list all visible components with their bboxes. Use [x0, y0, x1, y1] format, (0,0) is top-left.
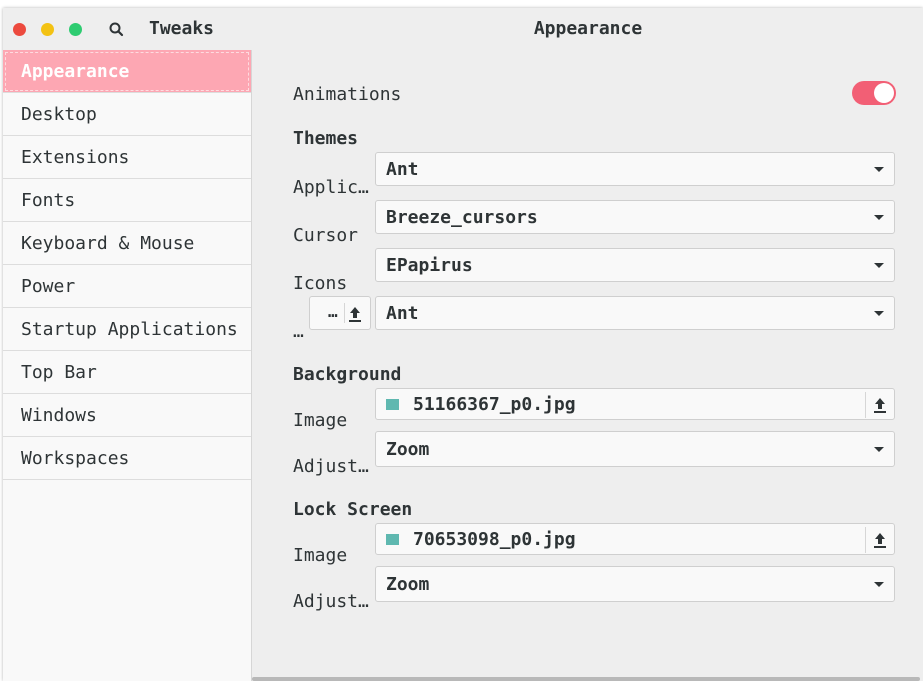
image-file-icon — [386, 398, 399, 410]
dropdown-arrow-icon — [874, 167, 884, 172]
search-icon — [109, 22, 124, 37]
animations-label: Animations — [293, 84, 402, 105]
background-heading: Background — [293, 364, 402, 385]
search-button[interactable] — [107, 20, 127, 40]
icons-label: Icons — [293, 272, 348, 294]
cursor-label: Cursor — [293, 224, 359, 246]
sidebar-item-startup-applications[interactable]: Startup Applications — [3, 308, 251, 351]
shell-label: … — [293, 320, 304, 342]
applications-theme-value: Ant — [386, 158, 419, 180]
lock-screen-adjustment-dropdown[interactable]: Zoom — [375, 566, 895, 602]
appearance-panel: Animations Themes Applic… Ant Cursor Bre… — [252, 50, 923, 681]
upload-button[interactable] — [865, 527, 894, 553]
sidebar-item-workspaces[interactable]: Workspaces — [3, 437, 251, 480]
lock-screen-adjustment-label: Adjust… — [293, 590, 369, 612]
background-adjustment-label: Adjust… — [293, 455, 369, 477]
switch-knob — [874, 83, 894, 103]
minimize-button[interactable] — [41, 23, 54, 36]
shell-file-label: … — [328, 302, 338, 321]
cursor-theme-dropdown[interactable]: Breeze_cursors — [375, 200, 895, 234]
sidebar-item-extensions[interactable]: Extensions — [3, 136, 251, 179]
image-file-icon — [386, 533, 399, 545]
lock-screen-image-value: 70653098_p0.jpg — [413, 528, 576, 550]
tweaks-window: Tweaks Appearance Appearance Desktop Ext… — [3, 8, 923, 681]
upload-icon — [349, 307, 361, 322]
sidebar-item-appearance[interactable]: Appearance — [3, 50, 251, 93]
header-bar: Tweaks Appearance — [3, 8, 923, 50]
upload-icon — [874, 533, 886, 548]
horizontal-scrollbar[interactable] — [252, 677, 920, 681]
background-image-value: 51166367_p0.jpg — [413, 393, 576, 415]
lock-screen-adjustment-value: Zoom — [386, 573, 430, 595]
background-image-file-button[interactable]: 51166367_p0.jpg — [375, 388, 895, 420]
lock-screen-image-label: Image — [293, 544, 348, 566]
dropdown-arrow-icon — [874, 582, 884, 587]
app-title: Tweaks — [149, 18, 215, 39]
cursor-theme-value: Breeze_cursors — [386, 206, 538, 228]
page-title: Appearance — [533, 18, 643, 39]
lock-screen-heading: Lock Screen — [293, 499, 413, 520]
background-adjustment-value: Zoom — [386, 438, 430, 460]
sidebar-item-power[interactable]: Power — [3, 265, 251, 308]
maximize-button[interactable] — [69, 23, 82, 36]
upload-button[interactable] — [865, 392, 894, 418]
shell-extension-file-button[interactable]: … — [309, 296, 371, 330]
background-adjustment-dropdown[interactable]: Zoom — [375, 431, 895, 467]
shell-theme-value: Ant — [386, 302, 419, 324]
upload-icon — [874, 398, 886, 413]
sidebar-item-desktop[interactable]: Desktop — [3, 93, 251, 136]
applications-theme-dropdown[interactable]: Ant — [375, 152, 895, 186]
sidebar-item-windows[interactable]: Windows — [3, 394, 251, 437]
shell-theme-dropdown[interactable]: Ant — [375, 296, 895, 330]
dropdown-arrow-icon — [874, 311, 884, 316]
sidebar: Appearance Desktop Extensions Fonts Keyb… — [3, 50, 252, 681]
icons-theme-value: EPapirus — [386, 254, 473, 276]
sidebar-item-top-bar[interactable]: Top Bar — [3, 351, 251, 394]
dropdown-arrow-icon — [874, 447, 884, 452]
close-button[interactable] — [13, 23, 26, 36]
background-image-label: Image — [293, 409, 348, 431]
sidebar-item-fonts[interactable]: Fonts — [3, 179, 251, 222]
sidebar-item-keyboard-mouse[interactable]: Keyboard & Mouse — [3, 222, 251, 265]
applications-label: Applic… — [293, 176, 369, 198]
animations-switch[interactable] — [852, 81, 896, 105]
lock-screen-image-file-button[interactable]: 70653098_p0.jpg — [375, 523, 895, 555]
animations-row: Animations — [293, 84, 896, 105]
dropdown-arrow-icon — [874, 215, 884, 220]
themes-heading: Themes — [293, 128, 359, 149]
icons-theme-dropdown[interactable]: EPapirus — [375, 248, 895, 282]
dropdown-arrow-icon — [874, 263, 884, 268]
